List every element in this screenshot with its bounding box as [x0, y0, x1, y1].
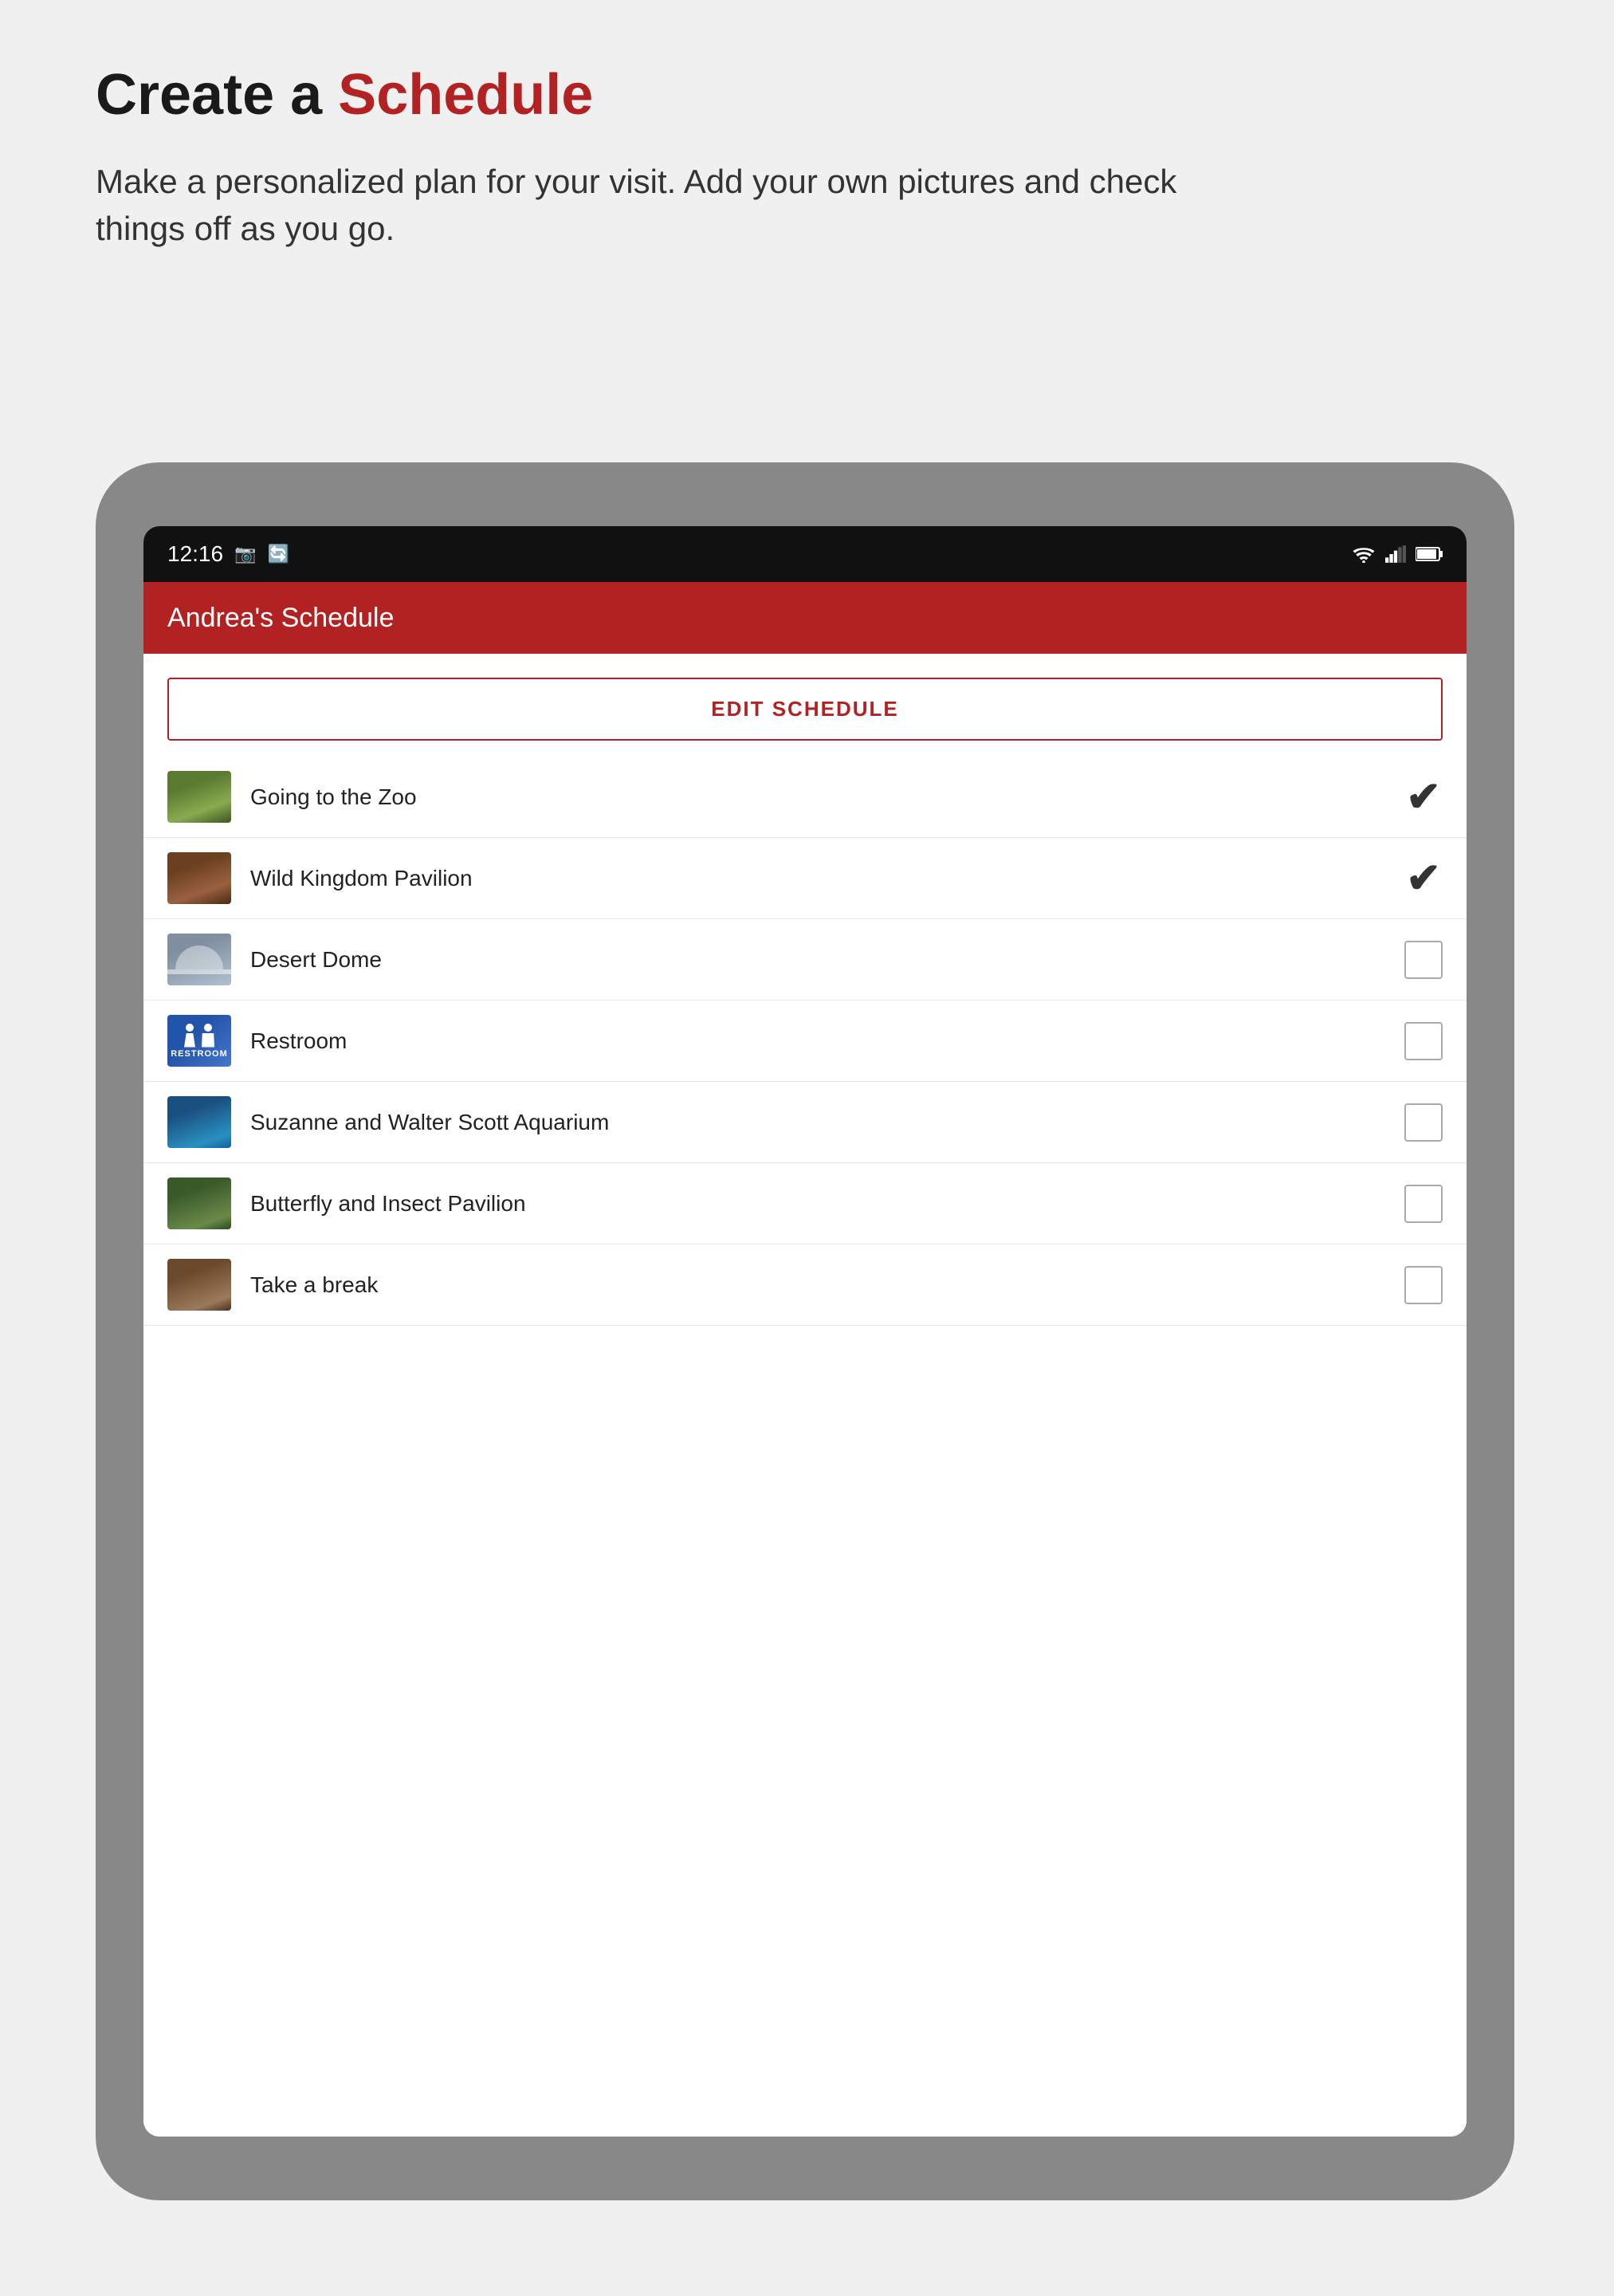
item-label-restroom: Restroom	[250, 1028, 1404, 1054]
figure-head	[204, 1024, 212, 1032]
item-checkbox-restroom[interactable]	[1404, 1022, 1443, 1060]
list-item: Take a break	[143, 1244, 1467, 1326]
list-item: Going to the Zoo ✔	[143, 757, 1467, 838]
item-checkbox-butterfly[interactable]	[1404, 1185, 1443, 1223]
status-bar: 12:16 📷 🔄	[143, 526, 1467, 582]
device-screen: 12:16 📷 🔄	[143, 526, 1467, 2137]
list-item: Suzanne and Walter Scott Aquarium	[143, 1082, 1467, 1163]
app-title: Andrea's Schedule	[167, 603, 394, 634]
status-icons	[1352, 545, 1443, 563]
restroom-label: RESTROOM	[171, 1049, 228, 1059]
figure-body	[184, 1033, 195, 1048]
headline-prefix: Create a	[96, 63, 338, 127]
sync-icon: 🔄	[267, 544, 289, 564]
page-content: Create a Schedule Make a personalized pl…	[0, 0, 1614, 364]
page-subtitle: Make a personalized plan for your visit.…	[96, 159, 1211, 253]
item-image-restroom: RESTROOM	[167, 1015, 231, 1067]
checkmark-icon: ✔	[1406, 858, 1441, 899]
wifi-icon	[1352, 545, 1376, 563]
camera-icon: 📷	[234, 544, 256, 564]
item-label-zoo: Going to the Zoo	[250, 784, 1404, 810]
item-label-break: Take a break	[250, 1272, 1404, 1298]
list-item: Butterfly and Insect Pavilion	[143, 1163, 1467, 1244]
list-item: Wild Kingdom Pavilion ✔	[143, 838, 1467, 919]
restroom-figures	[184, 1024, 214, 1048]
list-item: RESTROOM Restroom	[143, 1001, 1467, 1082]
page-headline: Create a Schedule	[96, 64, 1518, 127]
item-image-butterfly	[167, 1177, 231, 1229]
figure-female	[202, 1024, 214, 1048]
figure-body	[202, 1033, 214, 1048]
item-checkbox-aquarium[interactable]	[1404, 1103, 1443, 1142]
item-image-aquarium	[167, 1096, 231, 1148]
item-label-butterfly: Butterfly and Insect Pavilion	[250, 1191, 1404, 1217]
dome-base	[167, 969, 231, 974]
status-time: 12:16	[167, 541, 223, 567]
item-checkbox-desert[interactable]	[1404, 941, 1443, 979]
restroom-icon: RESTROOM	[167, 1015, 231, 1067]
device-frame: 12:16 📷 🔄	[96, 462, 1514, 2200]
list-item: Desert Dome	[143, 919, 1467, 1001]
item-label-aquarium: Suzanne and Walter Scott Aquarium	[250, 1110, 1404, 1135]
battery-icon	[1416, 546, 1443, 562]
checkmark-icon: ✔	[1406, 776, 1441, 818]
item-image-wild	[167, 852, 231, 904]
signal-icon	[1385, 545, 1406, 563]
item-label-desert: Desert Dome	[250, 947, 1404, 973]
edit-schedule-button[interactable]: EDIT SCHEDULE	[167, 678, 1443, 741]
headline-highlight: Schedule	[338, 63, 593, 127]
item-checkbox-zoo[interactable]: ✔	[1404, 778, 1443, 816]
item-label-wild: Wild Kingdom Pavilion	[250, 866, 1404, 891]
status-left: 12:16 📷 🔄	[167, 541, 289, 567]
item-checkbox-wild[interactable]: ✔	[1404, 859, 1443, 898]
item-image-break	[167, 1259, 231, 1311]
app-content: EDIT SCHEDULE Going to the Zoo ✔	[143, 654, 1467, 2137]
app-header: Andrea's Schedule	[143, 582, 1467, 654]
figure-head	[186, 1024, 194, 1032]
figure-male	[184, 1024, 195, 1048]
item-image-zoo	[167, 771, 231, 823]
item-checkbox-break[interactable]	[1404, 1266, 1443, 1304]
item-image-desert	[167, 934, 231, 985]
schedule-list: Going to the Zoo ✔ Wild Kingdom Pavilion…	[143, 757, 1467, 1326]
